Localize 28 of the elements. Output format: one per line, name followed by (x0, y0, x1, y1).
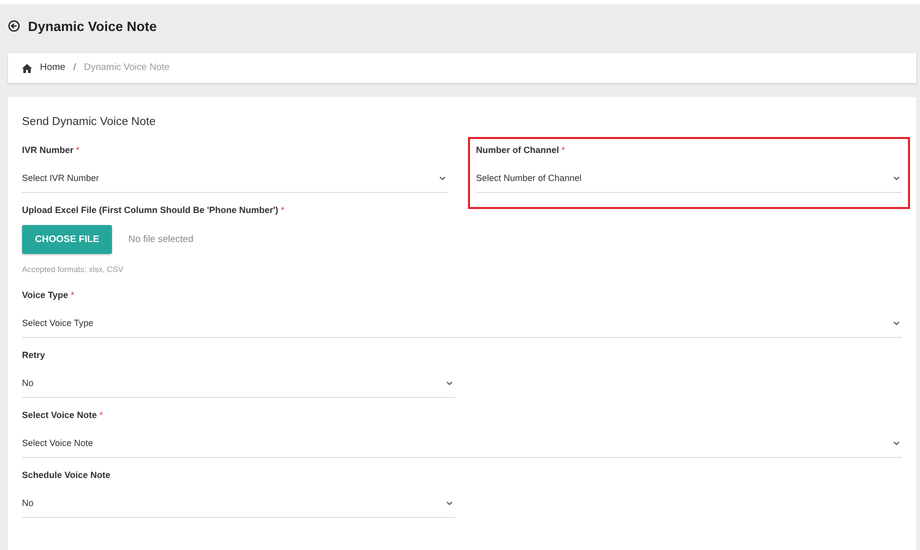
field-label: Select Voice Note * (22, 409, 104, 422)
select-field[interactable]: Select Voice Type (22, 310, 902, 338)
select-field[interactable]: No (22, 490, 455, 518)
field-label: Upload Excel File (First Column Should Be 'Phone Number') * (22, 204, 286, 218)
breadcrumb-link[interactable]: Home (40, 60, 66, 76)
field-label: Voice Type * (22, 289, 76, 302)
chevron-down-icon (446, 381, 453, 386)
form-title: Send Dynamic Voice Note (22, 115, 157, 130)
field-label: Number of Channel * (476, 144, 566, 158)
chevron-down-icon (439, 176, 446, 182)
select-field[interactable]: No (22, 370, 455, 398)
select-field[interactable]: Select Voice Note (22, 430, 902, 458)
field-label: Retry (22, 349, 46, 362)
chevron-down-icon (893, 321, 900, 326)
select-field[interactable]: Select Number of Channel (476, 165, 902, 194)
chevron-down-icon (893, 441, 900, 446)
breadcrumb-separator: / (73, 60, 76, 75)
file-status-text: No file selected (128, 232, 194, 247)
back-icon[interactable] (8, 20, 20, 32)
hint-text: Accepted formats: xlsx, CSV (22, 264, 124, 276)
page-title: Dynamic Voice Note (28, 18, 157, 36)
select-field[interactable]: Select IVR Number (22, 165, 448, 194)
chevron-down-icon (893, 176, 900, 182)
chevron-down-icon (446, 501, 453, 506)
home-icon (22, 64, 32, 72)
field-label: IVR Number * (22, 144, 81, 158)
breadcrumb-current: Dynamic Voice Note (84, 60, 170, 75)
field-label: Schedule Voice Note (22, 469, 112, 482)
